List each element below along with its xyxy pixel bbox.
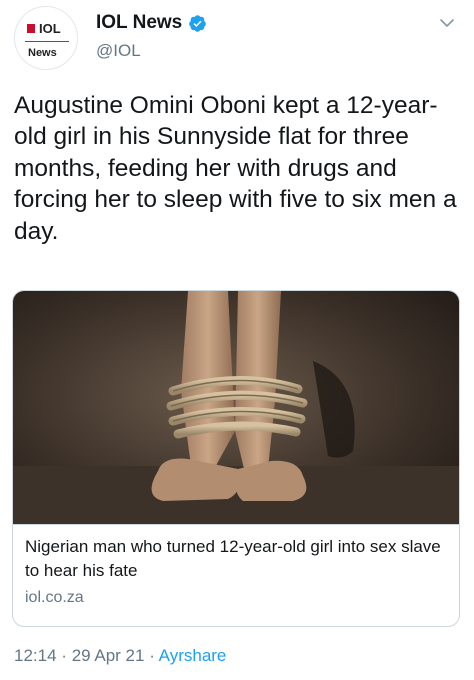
card-body: Nigerian man who turned 12-year-old girl…: [13, 524, 459, 626]
avatar-divider: [25, 41, 69, 42]
card-image: [13, 291, 459, 524]
card-title[interactable]: Nigerian man who turned 12-year-old girl…: [25, 535, 445, 583]
tweet-time[interactable]: 12:14: [14, 646, 57, 665]
meta-separator: ·: [149, 646, 155, 665]
avatar-logo-top: IOL: [27, 21, 61, 36]
avatar-logo-subtext: News: [28, 47, 57, 59]
name-row: IOL News: [96, 12, 207, 34]
meta-separator: ·: [61, 646, 67, 665]
avatar[interactable]: IOL News: [14, 6, 78, 70]
logo-red-square-icon: [27, 24, 35, 33]
chevron-down-icon[interactable]: [438, 14, 456, 32]
avatar-logo-text: IOL: [39, 21, 61, 36]
card-domain: iol.co.za: [25, 589, 84, 606]
handle[interactable]: @IOL: [96, 41, 141, 61]
tweet-meta: 12:14 · 29 Apr 21 · Ayrshare: [14, 646, 226, 666]
tweet-source-link[interactable]: Ayrshare: [159, 646, 227, 665]
tweet-text: Augustine Omini Oboni kept a 12-year-old…: [14, 92, 457, 245]
link-card[interactable]: Nigerian man who turned 12-year-old girl…: [12, 290, 460, 627]
display-name[interactable]: IOL News: [96, 12, 182, 34]
tweet-date[interactable]: 29 Apr 21: [72, 646, 145, 665]
tweet-header: IOL News IOL News @IOL: [0, 0, 474, 80]
verified-badge-icon: [189, 14, 207, 32]
